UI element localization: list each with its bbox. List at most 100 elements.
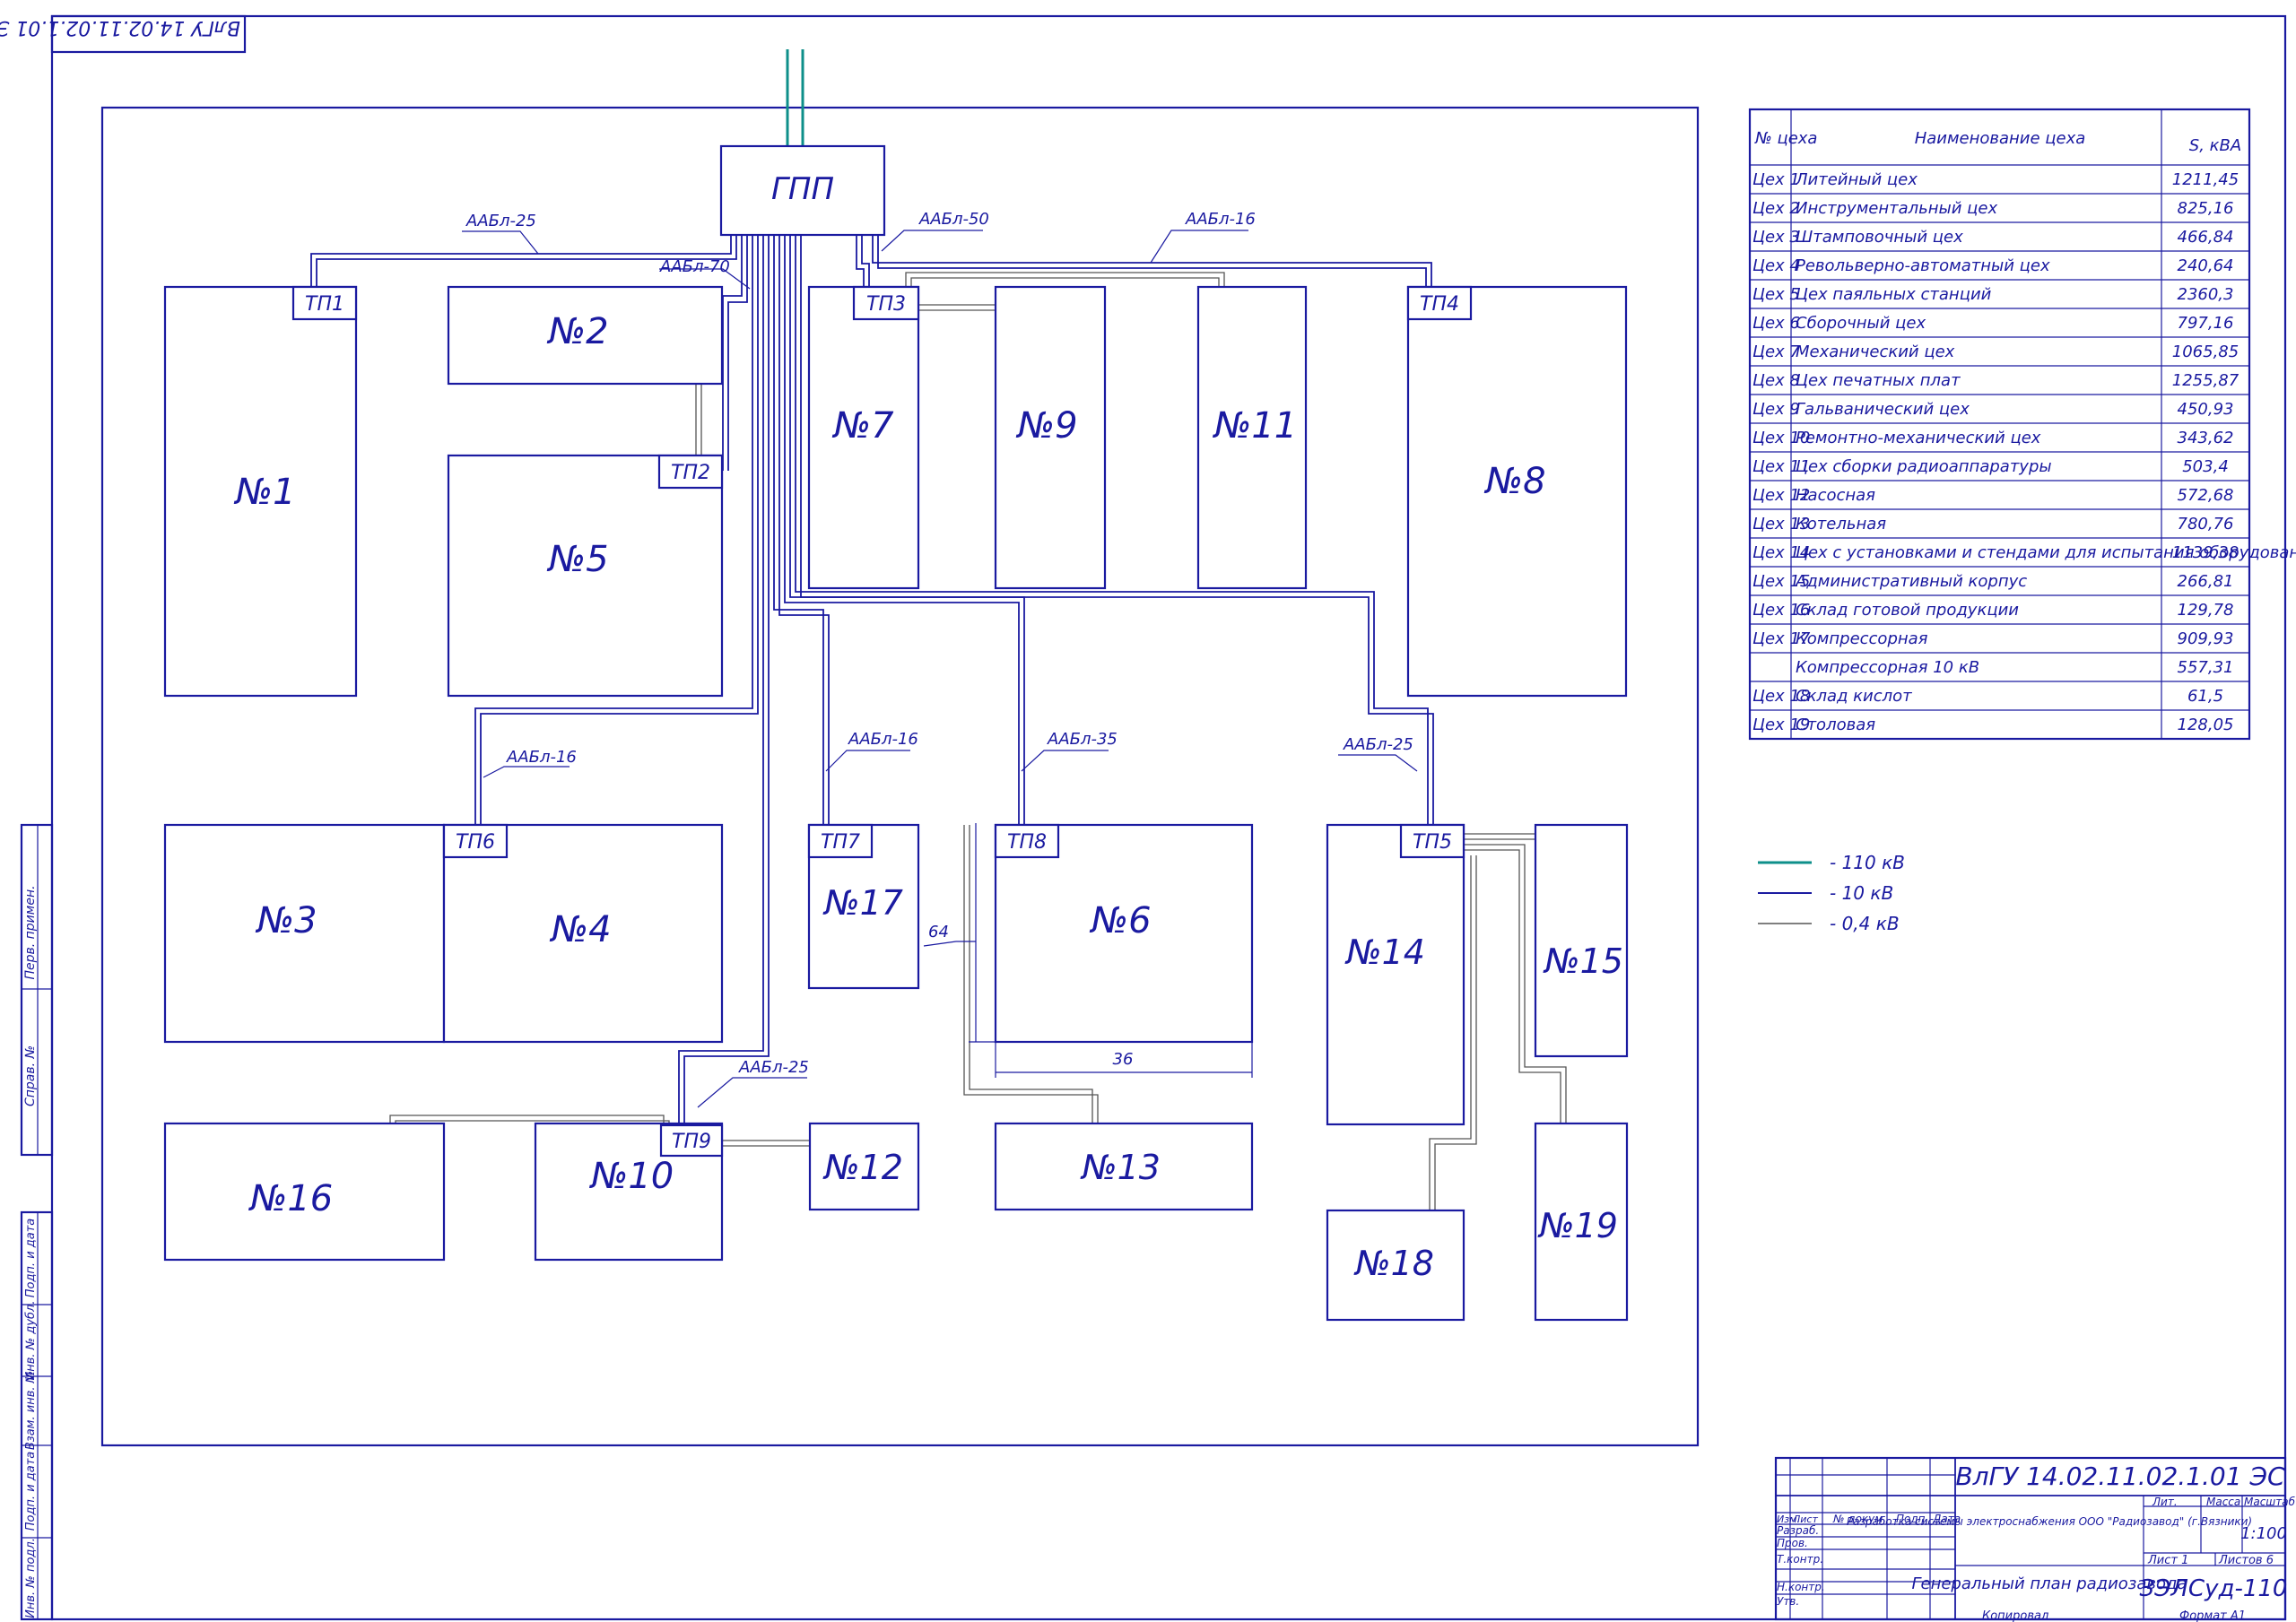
- table-cell-name: Инструментальный цех: [1796, 199, 1997, 218]
- svg-text:Взам. инв. №: Взам. инв. №: [24, 1371, 38, 1450]
- table-cell-name: Склад готовой продукции: [1796, 601, 2019, 620]
- table-cell-num: Цех 9: [1752, 400, 1800, 419]
- table-cell-s: 780,76: [2178, 515, 2234, 533]
- svg-text:Листов 6: Листов 6: [2218, 1554, 2274, 1567]
- dimension-64: 64: [923, 823, 996, 1043]
- table-cell-s: 343,62: [2178, 429, 2234, 447]
- table-row: Цех 8Цех печатных плат 1255,87: [1752, 371, 2239, 390]
- svg-text:Т.контр.: Т.контр.: [1777, 1553, 1823, 1566]
- table-row: Цех 7Механический цех 1065,85: [1752, 343, 2239, 361]
- svg-text:Разраб.: Разраб.: [1777, 1524, 1819, 1537]
- table-cell-s: 1065,85: [2172, 343, 2239, 361]
- table-cell-s: 2360,3: [2178, 285, 2234, 304]
- side-strip: Перв. примен. Справ. № Подп. и дата Инв.…: [20, 823, 54, 1621]
- table-cell-name: Штамповочный цех: [1796, 228, 1963, 247]
- svg-text:Справ. №: Справ. №: [23, 1045, 38, 1106]
- table-cell-s: 266,81: [2178, 572, 2234, 591]
- table-cell-s: 909,93: [2178, 629, 2234, 648]
- table-cell-name: Ремонтно-механический цех: [1796, 429, 2041, 447]
- table-cell-num: Цех 7: [1752, 343, 1800, 361]
- cable-label-tp7: ААБл-16: [848, 730, 918, 749]
- legend: - 110 кВ - 10 кВ - 0,4 кВ: [1758, 852, 1905, 934]
- table-cell-s: 129,78: [2178, 601, 2234, 620]
- cable-label-tp4: ААБл-16: [1185, 210, 1256, 229]
- svg-text:Подп. и дата: Подп. и дата: [24, 1219, 38, 1298]
- workshop-table: № цеха Наименование цеха S, кВА Цех 1Лит…: [1748, 108, 2296, 741]
- cable-label-tp1: ААБл-25: [465, 212, 536, 230]
- svg-text:Перв. примен.: Перв. примен.: [23, 885, 38, 979]
- svg-text:64: 64: [928, 923, 949, 941]
- tp8-label: ТП8: [1007, 831, 1047, 854]
- table-cell-name: Столовая: [1796, 716, 1875, 734]
- title-block: Изм. Лист № докум. Подп. Дата Разраб. Пр…: [1774, 1456, 2296, 1622]
- table-cell-name: Насосная: [1796, 486, 1875, 505]
- tp1-label: ТП1: [305, 293, 344, 316]
- building-12-label: №12: [822, 1148, 903, 1187]
- svg-text:№ цеха: № цеха: [1754, 129, 1817, 148]
- table-cell-name: Сборочный цех: [1796, 314, 1926, 333]
- building-13-label: №13: [1080, 1148, 1161, 1187]
- building-8-label: №8: [1483, 461, 1545, 502]
- building-2-label: №2: [546, 311, 608, 352]
- cable-label-tp6: ААБл-16: [506, 748, 577, 767]
- svg-text:Н.контр.: Н.контр.: [1777, 1581, 1825, 1593]
- legend-110: - 110 кВ: [1830, 852, 1905, 873]
- table-cell-s: 503,4: [2182, 457, 2229, 476]
- tp4-label: ТП4: [1420, 293, 1459, 316]
- dimension-36: 36: [995, 1042, 1253, 1078]
- building-3-label: №3: [255, 900, 317, 941]
- building-11-label: №11: [1213, 405, 1298, 447]
- cable-label-tp9: ААБл-25: [738, 1058, 809, 1077]
- table-cell-s: 557,31: [2178, 658, 2234, 677]
- table-cell-name: Цех печатных плат: [1796, 371, 1961, 390]
- svg-text:Подп. и дата: Подп. и дата: [24, 1452, 38, 1531]
- plant-general-plan: ВлГУ 14.02.11.02.1.01 ЭС ГПП №1 №2 №5 №7…: [0, 14, 2296, 1622]
- building-14: [1326, 823, 1465, 1126]
- table-cell-s: 1139,38: [2172, 543, 2239, 562]
- table-row: Цех 11Цех сборки радиоаппаратуры 503,4: [1752, 457, 2229, 476]
- building-6-label: №6: [1089, 900, 1151, 941]
- svg-text:Утв.: Утв.: [1777, 1595, 1799, 1608]
- svg-text:Пров.: Пров.: [1777, 1537, 1808, 1549]
- building-19-label: №19: [1537, 1206, 1618, 1245]
- svg-text:Инв. № дубл.: Инв. № дубл.: [24, 1301, 38, 1381]
- building-10-label: №10: [589, 1156, 674, 1197]
- building-16-label: №16: [248, 1178, 334, 1219]
- table-cell-name: Административный корпус: [1795, 572, 2027, 591]
- main-substation-label: ГПП: [771, 171, 834, 207]
- table-cell-name: Компрессорная: [1796, 629, 1928, 648]
- table-cell-num: Цех 5: [1752, 285, 1800, 304]
- table-cell-name: Цех сборки радиоаппаратуры: [1796, 457, 2052, 476]
- table-cell-s: 1255,87: [2172, 371, 2239, 390]
- table-cell-s: 572,68: [2178, 486, 2234, 505]
- table-row: Компрессорная 10 кВ 557,31: [1796, 658, 2233, 677]
- svg-text:S, кВА: S, кВА: [2189, 136, 2241, 155]
- cable-label-tp3: ААБл-50: [918, 210, 989, 229]
- table-cell-num: Цех 1: [1752, 170, 1800, 189]
- cable-label-tp2: ААБл-70: [659, 257, 730, 276]
- building-17-label: №17: [822, 883, 903, 923]
- table-cell-name: Склад кислот: [1796, 687, 1912, 706]
- svg-text:Копировал: Копировал: [1982, 1609, 2048, 1622]
- svg-text:36: 36: [1113, 1050, 1134, 1069]
- table-row: Цех 14Цех с установками и стендами для и…: [1752, 543, 2296, 562]
- svg-text:Инв. № подл.: Инв. № подл.: [24, 1538, 38, 1618]
- table-cell-name: Револьверно-автоматный цех: [1796, 256, 2050, 275]
- table-cell-s: 797,16: [2178, 314, 2234, 333]
- table-cell-s: 466,84: [2178, 228, 2234, 247]
- table-cell-num: Цех 6: [1752, 314, 1800, 333]
- svg-text:Формат A1: Формат A1: [2179, 1609, 2246, 1622]
- table-cell-s: 450,93: [2178, 400, 2234, 419]
- legend-10: - 10 кВ: [1830, 882, 1893, 904]
- building-5-label: №5: [546, 539, 608, 580]
- table-cell-s: 240,64: [2178, 256, 2234, 275]
- svg-text:Разработка системы электроснаб: Разработка системы электроснабжения ООО …: [1847, 1515, 2252, 1528]
- table-cell-s: 128,05: [2178, 716, 2234, 734]
- building-4-label: №4: [549, 909, 611, 950]
- svg-text:Лит.: Лит.: [2152, 1496, 2178, 1508]
- building-7-label: №7: [831, 405, 894, 447]
- tp9-label: ТП9: [672, 1131, 711, 1153]
- cable-label-tp5: ААБл-25: [1343, 735, 1413, 754]
- table-cell-num: Цех 4: [1752, 256, 1800, 275]
- legend-04: - 0,4 кВ: [1830, 913, 1900, 934]
